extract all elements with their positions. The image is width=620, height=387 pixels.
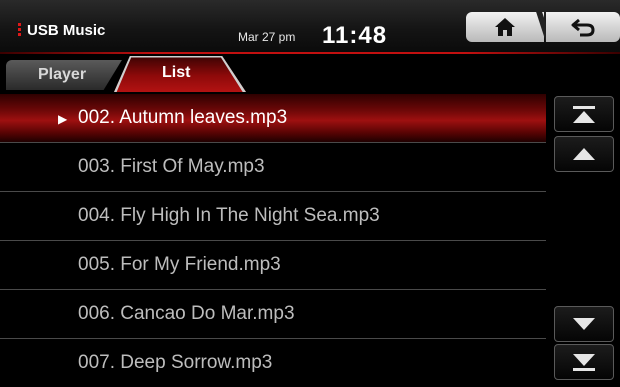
tab-bar: Player List: [0, 56, 620, 92]
now-playing-icon: ▶: [58, 112, 68, 126]
page-down-button[interactable]: [554, 306, 614, 342]
scroll-to-top-button[interactable]: [554, 96, 614, 132]
list-item[interactable]: 005. For My Friend.mp3: [0, 241, 546, 290]
tab-player[interactable]: Player: [6, 60, 122, 90]
track-title: 007. Deep Sorrow.mp3: [78, 352, 273, 373]
tab-list[interactable]: List: [114, 56, 246, 92]
list-item[interactable]: 003. First Of May.mp3: [0, 143, 546, 192]
date-label: Mar 27 pm: [238, 30, 296, 44]
track-title: 002. Autumn leaves.mp3: [78, 107, 288, 128]
track-title: 005. For My Friend.mp3: [78, 254, 281, 275]
track-title: 003. First Of May.mp3: [78, 156, 265, 177]
scroll-top-icon: [573, 105, 595, 123]
page-up-icon: [573, 148, 595, 160]
home-button[interactable]: [466, 12, 544, 42]
clock-time: 11:48: [322, 22, 388, 49]
tab-player-label: Player: [38, 66, 87, 83]
page-down-icon: [573, 318, 595, 330]
source-title: USB Music: [27, 22, 106, 39]
home-icon: [495, 18, 515, 36]
playlist: ▶ 002. Autumn leaves.mp3 003. First Of M…: [0, 94, 546, 387]
tab-list-label: List: [162, 64, 191, 81]
track-title: 004. Fly High In The Night Sea.mp3: [78, 205, 380, 226]
page-up-button[interactable]: [554, 136, 614, 172]
source-indicator-icon: [18, 23, 21, 38]
back-button[interactable]: [546, 12, 620, 42]
scroll-bottom-icon: [573, 353, 595, 371]
track-title: 006. Cancao Do Mar.mp3: [78, 303, 295, 324]
list-item[interactable]: 004. Fly High In The Night Sea.mp3: [0, 192, 546, 241]
status-header: USB Music Mar 27 pm 11:48: [0, 0, 620, 54]
back-arrow-icon: [571, 18, 595, 37]
list-item[interactable]: 007. Deep Sorrow.mp3: [0, 339, 546, 387]
scroll-to-bottom-button[interactable]: [554, 344, 614, 380]
list-item[interactable]: 006. Cancao Do Mar.mp3: [0, 290, 546, 339]
list-item[interactable]: ▶ 002. Autumn leaves.mp3: [0, 94, 546, 143]
